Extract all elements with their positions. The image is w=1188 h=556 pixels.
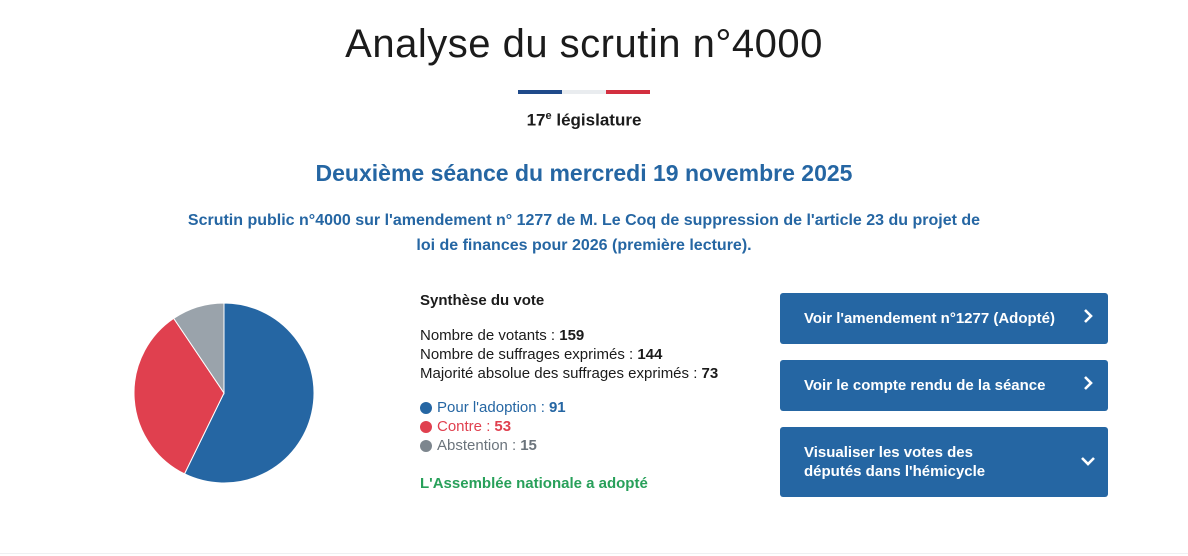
- exprimes-label: Nombre de suffrages exprimés :: [420, 346, 638, 363]
- votants-row: Nombre de votants : 159: [420, 326, 718, 345]
- votants-label: Nombre de votants :: [420, 327, 560, 344]
- legend-abstention: Abstention : 15: [420, 436, 718, 455]
- majorite-value: 73: [701, 365, 719, 382]
- legislature-text: législature: [551, 110, 642, 130]
- chevron-right-icon: [1068, 376, 1108, 395]
- legend-pour: Pour l'adoption : 91: [420, 398, 718, 417]
- vote-pie-chart: [134, 303, 314, 483]
- vote-result: L'Assemblée nationale a adopté: [420, 475, 648, 492]
- exprimes-row: Nombre de suffrages exprimés : 144: [420, 345, 718, 364]
- exprimes-value: 144: [637, 346, 663, 363]
- view-compte-rendu-label: Voir le compte rendu de la séance: [804, 377, 1046, 394]
- abstention-label: Abstention :: [437, 437, 517, 454]
- chevron-down-icon: [1068, 453, 1108, 471]
- view-compte-rendu-button[interactable]: Voir le compte rendu de la séance: [780, 360, 1108, 411]
- votants-value: 159: [559, 327, 585, 344]
- abstention-dot-icon: [420, 439, 432, 452]
- synthesis-heading: Synthèse du vote: [420, 292, 545, 309]
- page-title: Analyse du scrutin n°4000: [345, 22, 823, 66]
- tricolor-divider: [518, 90, 650, 94]
- pour-dot-icon: [420, 401, 432, 414]
- vote-synthesis: Synthèse du vote Nombre de votants : 159…: [420, 292, 718, 492]
- visualiser-hemicycle-label: Visualiser les votes des députés dans l'…: [804, 444, 986, 480]
- vote-legend: Pour l'adoption : 91 Contre : 53 Abstent…: [420, 398, 718, 455]
- contre-value: 53: [494, 418, 512, 435]
- chevron-right-icon: [1068, 309, 1108, 328]
- contre-label: Contre :: [437, 418, 491, 435]
- view-amendement-button[interactable]: Voir l'amendement n°1277 (Adopté): [780, 293, 1108, 344]
- seance-title: Deuxième séance du mercredi 19 novembre …: [315, 160, 853, 186]
- bottom-divider: [0, 553, 1188, 554]
- contre-dot-icon: [420, 420, 432, 433]
- pour-value: 91: [548, 399, 566, 416]
- visualiser-hemicycle-button[interactable]: Visualiser les votes des députés dans l'…: [780, 427, 1108, 497]
- legend-contre: Contre : 53: [420, 417, 718, 436]
- abstention-value: 15: [520, 437, 537, 454]
- majorite-row: Majorité absolue des suffrages exprimés …: [420, 364, 718, 383]
- majorite-label: Majorité absolue des suffrages exprimés …: [420, 365, 702, 382]
- legislature-number: 17: [526, 110, 546, 130]
- view-amendement-label: Voir l'amendement n°1277 (Adopté): [804, 310, 1056, 327]
- scrutin-description: Scrutin public n°4000 sur l'amendement n…: [187, 212, 981, 254]
- legislature-label: 17e législature: [0, 110, 1168, 131]
- pour-label: Pour l'adoption :: [437, 399, 545, 416]
